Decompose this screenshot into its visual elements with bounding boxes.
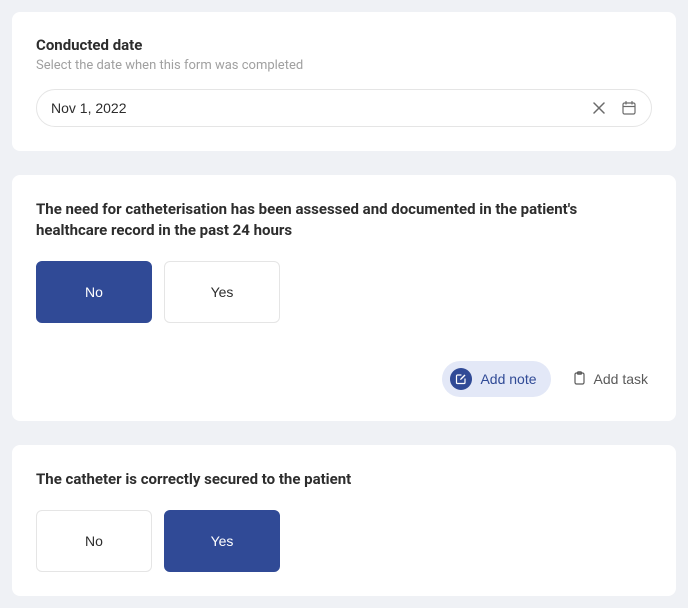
add-note-label: Add note [480,371,536,387]
catheter-secured-question: The catheter is correctly secured to the… [36,469,652,490]
yes-button[interactable]: Yes [164,510,280,572]
add-note-button[interactable]: Add note [442,361,550,397]
clipboard-icon [573,371,586,388]
date-input-wrapper[interactable] [36,89,652,127]
add-task-label: Add task [594,371,648,387]
no-button[interactable]: No [36,261,152,323]
add-task-button[interactable]: Add task [569,364,652,395]
edit-note-icon [450,368,472,390]
conducted-date-input[interactable] [51,100,591,116]
yes-button[interactable]: Yes [164,261,280,323]
catheter-secured-card: The catheter is correctly secured to the… [12,445,676,596]
date-input-icons [591,100,637,116]
catheterisation-assessed-card: The need for catheterisation has been as… [12,175,676,421]
catheterisation-assessed-question: The need for catheterisation has been as… [36,199,652,241]
conducted-date-title: Conducted date [36,36,652,54]
choice-row: No Yes [36,261,652,323]
no-button[interactable]: No [36,510,152,572]
clear-icon[interactable] [591,100,607,116]
conducted-date-card: Conducted date Select the date when this… [12,12,676,151]
conducted-date-subtitle: Select the date when this form was compl… [36,58,652,73]
card-actions: Add note Add task [36,361,652,397]
calendar-icon[interactable] [621,100,637,116]
choice-row: No Yes [36,510,652,572]
